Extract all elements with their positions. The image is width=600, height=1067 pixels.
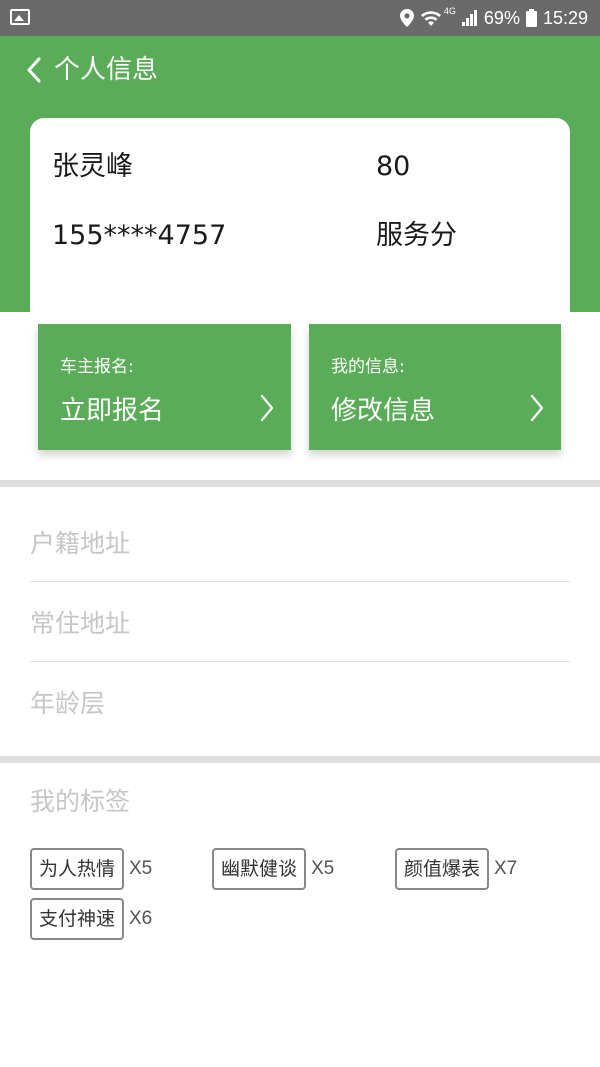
clock: 15:29 xyxy=(542,7,588,28)
tag-chip: 支付神速 xyxy=(30,898,125,940)
tag-chip: 幽默健谈 xyxy=(212,848,307,890)
battery-percent: 69% xyxy=(483,7,520,28)
profile-card: 张灵峰 80 155****4757 服务分 xyxy=(30,118,570,328)
edit-info-button[interactable]: 我的信息: 修改信息 xyxy=(309,324,561,450)
page-title: 个人信息 xyxy=(54,55,159,85)
owner-signup-label: 立即报名 xyxy=(60,396,165,426)
section-divider xyxy=(0,756,600,763)
chevron-right-icon xyxy=(260,394,274,422)
section-divider xyxy=(0,480,600,487)
tags-section-title: 我的标签 xyxy=(30,787,131,816)
network-type-label: 4G xyxy=(443,6,456,16)
back-button[interactable] xyxy=(26,50,50,90)
service-score-value: 80 xyxy=(376,151,411,182)
tag-count: X7 xyxy=(494,858,518,879)
tag-chip: 颜值爆表 xyxy=(395,848,490,890)
household-address-field[interactable]: 户籍地址 xyxy=(30,502,570,582)
service-score-label: 服务分 xyxy=(376,220,457,251)
tag-count: X6 xyxy=(129,908,153,929)
edit-info-caption: 我的信息: xyxy=(331,357,405,377)
chevron-right-icon xyxy=(530,394,544,422)
battery-icon xyxy=(525,9,537,27)
tag-chip: 为人热情 xyxy=(30,848,125,890)
residence-address-label: 常住地址 xyxy=(30,609,131,638)
tag-count: X5 xyxy=(311,858,335,879)
status-bar: 4G 69% 15:29 xyxy=(0,0,600,36)
age-group-label: 年龄层 xyxy=(30,689,106,718)
image-notification-icon xyxy=(10,9,30,25)
location-icon xyxy=(399,9,414,27)
household-address-label: 户籍地址 xyxy=(30,529,131,558)
user-name: 张灵峰 xyxy=(52,151,133,182)
tag-count: X5 xyxy=(129,858,153,879)
wifi-icon xyxy=(420,11,441,26)
edit-info-label: 修改信息 xyxy=(331,396,436,426)
residence-address-field[interactable]: 常住地址 xyxy=(30,582,570,662)
user-phone: 155****4757 xyxy=(52,220,227,251)
chevron-left-icon xyxy=(27,57,41,83)
signal-icon xyxy=(461,10,477,26)
owner-signup-caption: 车主报名: xyxy=(60,357,134,377)
age-group-field[interactable]: 年龄层 xyxy=(30,662,570,742)
owner-signup-button[interactable]: 车主报名: 立即报名 xyxy=(38,324,291,450)
status-icons: 4G 69% 15:29 xyxy=(399,0,588,36)
